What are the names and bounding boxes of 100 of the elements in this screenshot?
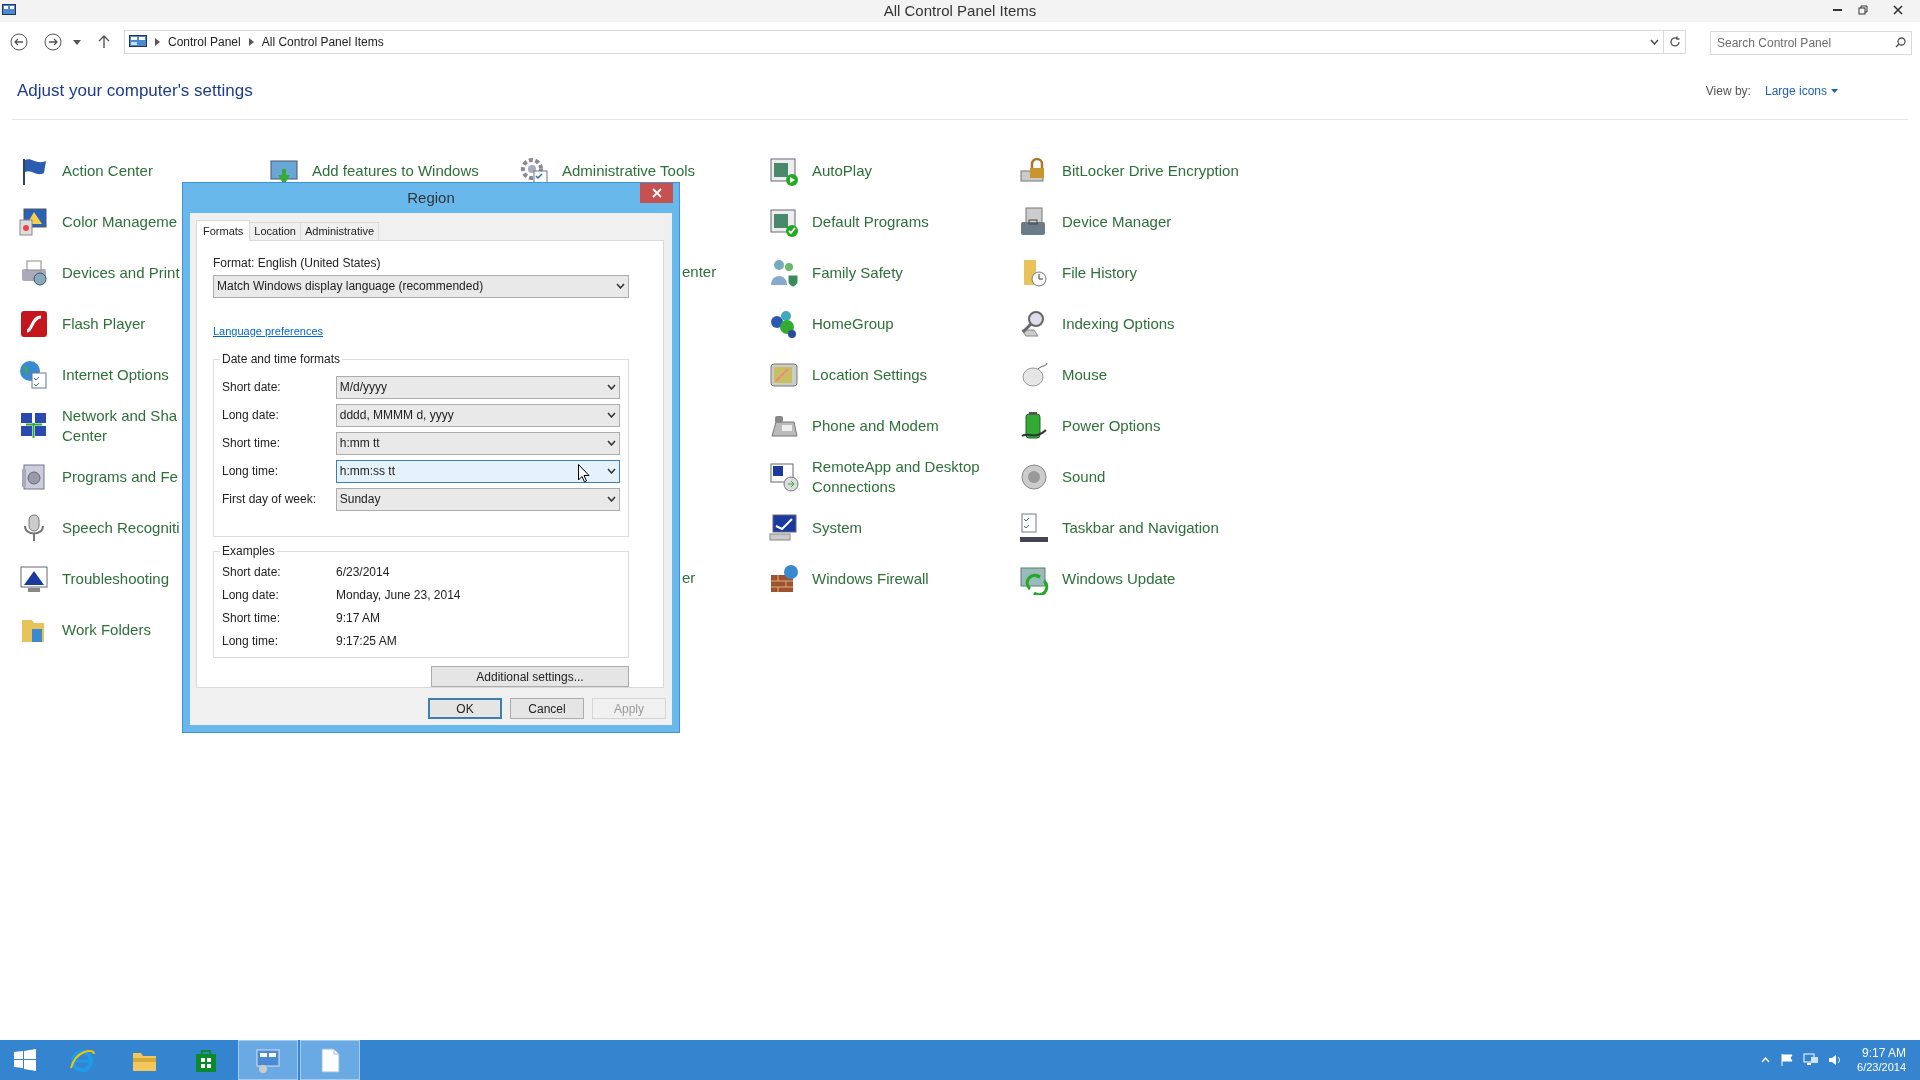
example-value: 6/23/2014 xyxy=(336,563,390,581)
dialog-title: Region xyxy=(407,187,455,208)
globe-checklist-icon xyxy=(18,358,50,391)
control-panel-link[interactable]: Flash Player xyxy=(62,313,146,334)
cursor-icon xyxy=(578,464,590,483)
field-label: Long time: xyxy=(222,463,280,481)
minimize-icon xyxy=(1832,9,1842,11)
dialog-button[interactable]: OK xyxy=(428,698,502,719)
control-panel-link[interactable]: Mouse xyxy=(1062,364,1108,385)
example-label: Short date: xyxy=(222,563,282,581)
search-field[interactable]: Search Control Panel xyxy=(1710,30,1912,55)
control-panel-link[interactable]: Troubleshooting xyxy=(62,568,169,589)
windows-logo-icon xyxy=(13,1048,37,1072)
example-value: 9:17:25 AM xyxy=(336,632,397,650)
example-value: 9:17 AM xyxy=(336,609,381,627)
taskbar-app-button[interactable] xyxy=(300,1040,360,1080)
control-panel-link[interactable]: File History xyxy=(1062,262,1137,283)
control-panel-link[interactable]: Sound xyxy=(1062,466,1106,487)
control-panel-link[interactable]: Phone and Modem xyxy=(812,415,939,436)
refresh-icon xyxy=(1668,36,1681,48)
tab[interactable]: Administrative xyxy=(299,222,379,240)
control-panel-link[interactable]: Action Center xyxy=(62,160,153,181)
chevron-down-icon xyxy=(616,283,625,290)
search-icon xyxy=(1895,36,1906,48)
caret-icon xyxy=(1831,88,1838,93)
control-panel-link[interactable]: Programs and Fe xyxy=(62,466,178,487)
speaker-icon xyxy=(1828,1053,1843,1067)
chevron-down-icon xyxy=(607,384,616,391)
restore-icon xyxy=(1858,5,1868,15)
dialog-button[interactable]: Cancel xyxy=(510,698,584,719)
control-panel-link[interactable]: System xyxy=(812,517,862,538)
language-preferences-link[interactable]: Language preferences xyxy=(213,322,324,340)
field-label: Short time: xyxy=(222,435,282,453)
chevron-up-icon xyxy=(1760,1057,1770,1063)
caret-icon xyxy=(73,39,81,45)
control-panel-link[interactable]: Taskbar and Navigation xyxy=(1062,517,1219,538)
control-panel-link[interactable]: Location Settings xyxy=(812,364,928,385)
control-panel-link[interactable]: RemoteApp and Desktop Connections xyxy=(812,456,992,497)
refresh-button[interactable] xyxy=(1664,30,1686,54)
network-icon xyxy=(1803,1053,1820,1067)
chevron-down-icon xyxy=(607,496,616,503)
close-button[interactable] xyxy=(640,183,673,203)
dropdown[interactable]: dddd, MMMM d, yyyy xyxy=(335,403,620,427)
control-panel-link[interactable]: Family Safety xyxy=(812,262,903,283)
control-panel-link[interactable]: Devices and Print xyxy=(62,262,180,283)
control-panel-link[interactable]: Work Folders xyxy=(62,619,151,640)
tab[interactable]: Formats xyxy=(196,220,251,241)
control-panel-link[interactable]: Color Manageme xyxy=(62,211,178,232)
dropdown[interactable]: Match Windows display language (recommended) xyxy=(213,275,629,298)
control-panel-link[interactable]: Internet Options xyxy=(62,364,169,385)
example-label: Short time: xyxy=(222,609,282,627)
control-panel-link[interactable]: AutoPlay xyxy=(812,160,873,181)
control-panel-link[interactable]: Windows Update xyxy=(1062,568,1176,589)
control-panel-link[interactable]: Speech Recogniti xyxy=(62,517,180,538)
breadcrumb[interactable]: All Control Panel Items xyxy=(261,33,384,51)
dropdown[interactable]: Sunday xyxy=(335,487,620,511)
address-field[interactable]: Control Panel All Control Panel Items xyxy=(124,30,1664,54)
back-button[interactable] xyxy=(8,31,30,53)
control-panel-link[interactable]: Device Manager xyxy=(1062,211,1172,232)
control-panel-link[interactable]: Add features to Windows xyxy=(312,160,479,181)
control-panel-link[interactable]: Default Programs xyxy=(812,211,929,232)
chevron-right-icon xyxy=(248,38,254,46)
control-panel-link[interactable]: er xyxy=(682,567,696,590)
chevron-down-icon xyxy=(607,468,616,475)
group-title: Examples xyxy=(220,544,277,560)
dropdown[interactable]: h:mm tt xyxy=(335,431,620,455)
control-panel-link[interactable]: Windows Firewall xyxy=(812,568,929,589)
page-heading: Adjust your computer's settings xyxy=(17,79,253,102)
brick-wall-icon xyxy=(768,562,800,595)
up-arrow-icon xyxy=(98,35,110,49)
control-panel-link[interactable]: Power Options xyxy=(1062,415,1161,436)
window-title: All Control Panel Items xyxy=(883,0,1037,21)
control-panel-link[interactable]: HomeGroup xyxy=(812,313,894,334)
format-label: Format: English (United States) xyxy=(213,255,382,271)
view-by-dropdown[interactable]: Large icons xyxy=(1764,81,1838,100)
flag-icon xyxy=(1780,1053,1795,1067)
example-label: Long time: xyxy=(222,632,280,650)
control-panel-link[interactable]: Network and Sha Center xyxy=(62,405,184,446)
breadcrumb[interactable]: Control Panel xyxy=(168,33,241,51)
view-by-label: View by: xyxy=(1705,82,1751,100)
forward-icon xyxy=(44,33,62,51)
checklist-icon xyxy=(1018,511,1050,544)
control-panel-link[interactable]: Indexing Options xyxy=(1062,313,1175,334)
chevron-down-icon xyxy=(607,440,616,447)
monitor-remote-icon xyxy=(768,460,800,493)
dropdown[interactable]: M/d/yyyy xyxy=(335,375,620,399)
example-label: Long date: xyxy=(222,586,280,604)
chevron-down-icon xyxy=(607,412,616,419)
additional-settings-button[interactable]: Additional settings... xyxy=(431,666,629,687)
dropdown[interactable]: h:mm:ss tt xyxy=(335,459,620,483)
control-panel-link[interactable]: Administrative Tools xyxy=(562,160,696,181)
taskbar-app-button[interactable] xyxy=(238,1040,298,1080)
field-label: Long date: xyxy=(222,407,280,425)
forward-button[interactable] xyxy=(42,31,64,53)
control-panel-icon xyxy=(254,1046,282,1074)
field-label: Short date: xyxy=(222,379,282,397)
close-icon xyxy=(651,188,662,198)
control-panel-link[interactable]: enter xyxy=(682,261,717,284)
computer-icon xyxy=(768,511,800,544)
control-panel-link[interactable]: BitLocker Drive Encryption xyxy=(1062,160,1239,181)
